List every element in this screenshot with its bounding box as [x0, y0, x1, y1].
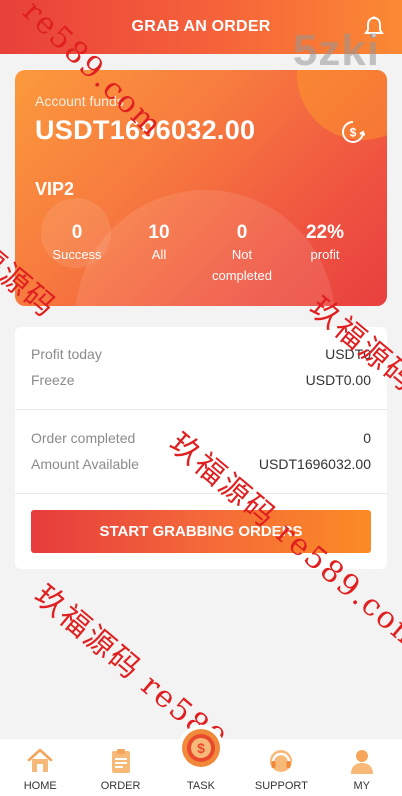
stat-value: 0 [71, 222, 83, 243]
stat-profit: 22% profit [285, 222, 365, 265]
amount-available-value: USDT1696032.00 [258, 456, 371, 472]
user-icon [350, 750, 373, 774]
brand-watermark: 5zki [292, 26, 380, 75]
profit-today-value: USDT0 [325, 346, 371, 362]
account-funds-label: Account funds [35, 93, 124, 109]
task-disc: $ [178, 725, 224, 771]
tab-home[interactable]: HOME [0, 739, 80, 796]
stat-label: All [151, 247, 167, 262]
stat-value: 0 [236, 222, 248, 243]
page-title: GRAB AN ORDER [131, 18, 271, 35]
tab-my[interactable]: MY [322, 739, 402, 796]
stat-success: 0 Success [37, 222, 117, 265]
tab-label: MY [353, 780, 371, 792]
stat-label: Success [52, 247, 102, 262]
svg-text:$: $ [197, 740, 205, 756]
order-completed-label: Order completed [31, 430, 136, 446]
profit-today-label: Profit today [31, 346, 102, 362]
tab-label: ORDER [100, 780, 141, 792]
freeze-row: Freeze USDT0.00 [31, 372, 371, 388]
vip-level: VIP2 [35, 179, 75, 199]
stat-value: 10 [148, 222, 170, 243]
profit-today-row: Profit today USDT0 [31, 346, 371, 362]
freeze-value: USDT0.00 [305, 372, 371, 388]
coin-icon: $ [182, 729, 220, 767]
tab-support[interactable]: SUPPORT [241, 739, 321, 796]
svg-text:$: $ [350, 126, 357, 140]
stat-value: 22% [305, 222, 345, 243]
freeze-label: Freeze [31, 372, 75, 388]
tab-label: SUPPORT [254, 780, 308, 792]
stat-label: Not completed [212, 247, 272, 283]
start-grabbing-button[interactable]: START GRABBING ORDERS [31, 510, 371, 553]
stat-not-completed: 0 Not completed [202, 222, 282, 286]
amount-available-row: Amount Available USDT1696032.00 [31, 456, 371, 472]
task-bubble[interactable]: $ [171, 725, 231, 771]
divider [15, 409, 387, 410]
tab-label: HOME [23, 780, 57, 792]
amount-available-label: Amount Available [31, 456, 139, 472]
tab-order[interactable]: ORDER [81, 739, 161, 796]
order-completed-value: 0 [363, 430, 371, 446]
divider [15, 493, 387, 494]
account-funds-value: USDT1696032.00 [35, 115, 256, 145]
summary-panel: Profit today USDT0 Freeze USDT0.00 Order… [15, 327, 387, 569]
stat-all: 10 All [119, 222, 199, 265]
dollar-refresh-icon[interactable]: $ [341, 120, 365, 144]
headset-icon [270, 750, 293, 772]
home-icon [27, 748, 53, 772]
tab-label: TASK [187, 780, 215, 792]
stat-label: profit [310, 247, 340, 262]
clipboard-icon [111, 749, 130, 773]
order-completed-row: Order completed 0 [31, 430, 371, 446]
account-card: Account funds USDT1696032.00 $ VIP2 0 Su… [15, 70, 387, 306]
